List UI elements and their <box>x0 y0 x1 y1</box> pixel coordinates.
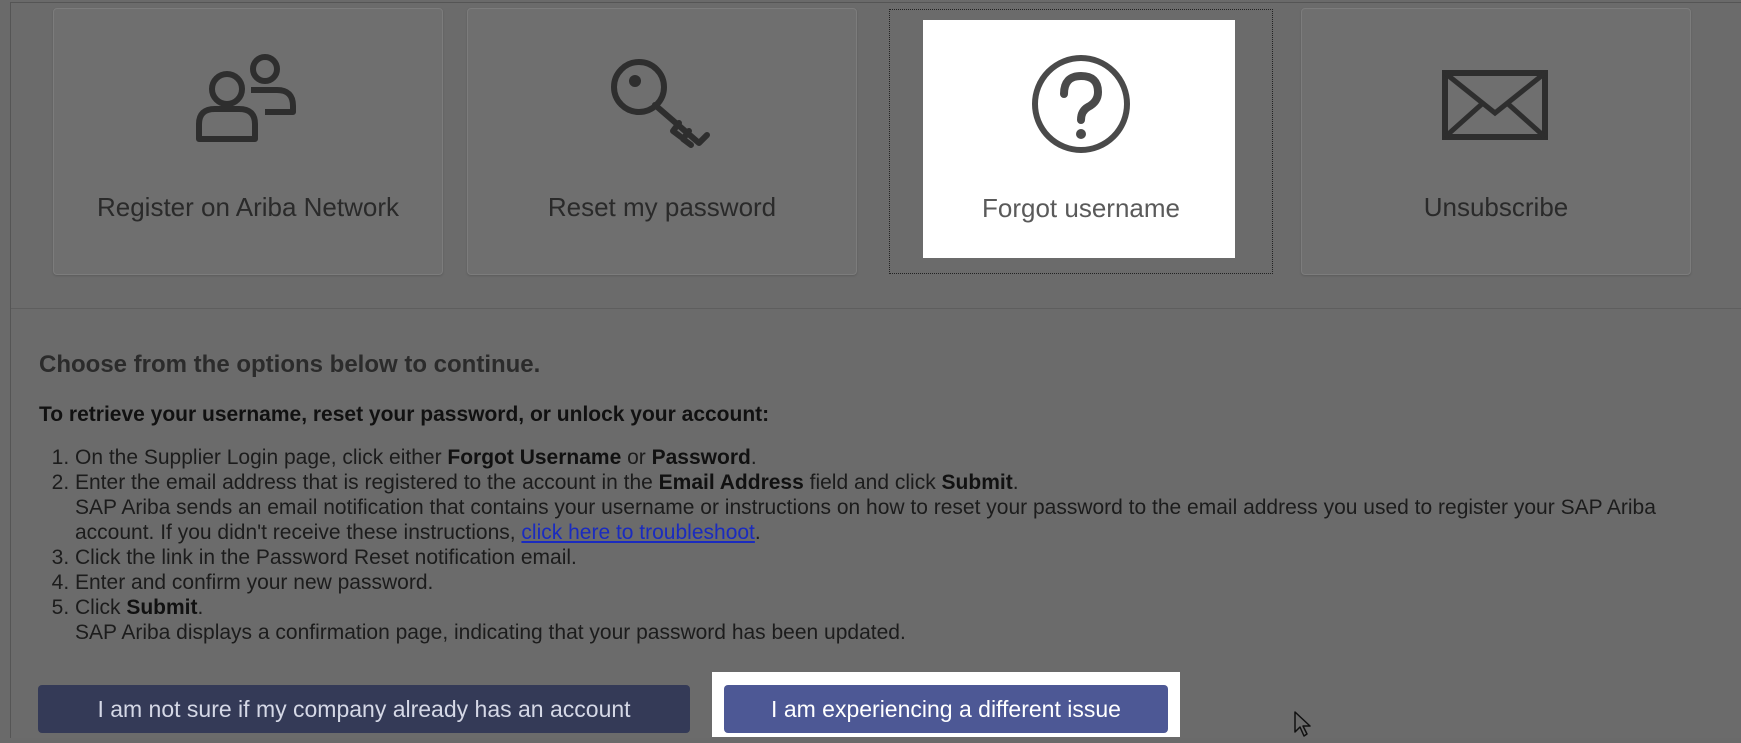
step-5-detail: SAP Ariba displays a confirmation page, … <box>75 621 906 644</box>
instructions-subheading: To retrieve your username, reset your pa… <box>39 403 770 426</box>
envelope-icon <box>1441 69 1551 149</box>
tile-reset-password[interactable]: Reset my password <box>467 8 857 275</box>
users-icon <box>193 54 303 149</box>
not-sure-account-button[interactable]: I am not sure if my company already has … <box>38 685 690 733</box>
key-icon <box>607 57 717 157</box>
step-2: Enter the email address that is register… <box>75 470 1719 545</box>
troubleshoot-link[interactable]: click here to troubleshoot <box>521 521 754 544</box>
tile-register-label: Register on Ariba Network <box>96 192 400 222</box>
mouse-cursor-icon <box>1293 710 1315 743</box>
step-3: Click the link in the Password Reset not… <box>75 545 1719 570</box>
tile-forgot-username[interactable]: Forgot username <box>889 9 1273 274</box>
step-1: On the Supplier Login page, click either… <box>75 445 1719 470</box>
different-issue-button[interactable]: I am experiencing a different issue <box>724 685 1168 733</box>
dialog-background: Register on Ariba Network Reset my passw… <box>10 2 1741 738</box>
step-2-detail: SAP Ariba sends an email notification th… <box>75 496 1656 544</box>
tile-reset-password-label: Reset my password <box>547 192 777 222</box>
question-circle-icon <box>1026 54 1136 159</box>
instructions: Choose from the options below to continu… <box>39 333 1719 645</box>
tile-register[interactable]: Register on Ariba Network <box>53 8 443 275</box>
tile-forgot-username-label: Forgot username <box>982 193 1180 223</box>
steps-list: On the Supplier Login page, click either… <box>39 445 1719 645</box>
step-4: Enter and confirm your new password. <box>75 570 1719 595</box>
section-divider <box>11 308 1741 309</box>
option-tiles: Register on Ariba Network Reset my passw… <box>11 3 1741 308</box>
instructions-heading: Choose from the options below to continu… <box>39 351 541 378</box>
tile-unsubscribe[interactable]: Unsubscribe <box>1301 8 1691 275</box>
tile-unsubscribe-label: Unsubscribe <box>1423 192 1569 222</box>
step-5: Click Submit. SAP Ariba displays a confi… <box>75 595 1719 645</box>
